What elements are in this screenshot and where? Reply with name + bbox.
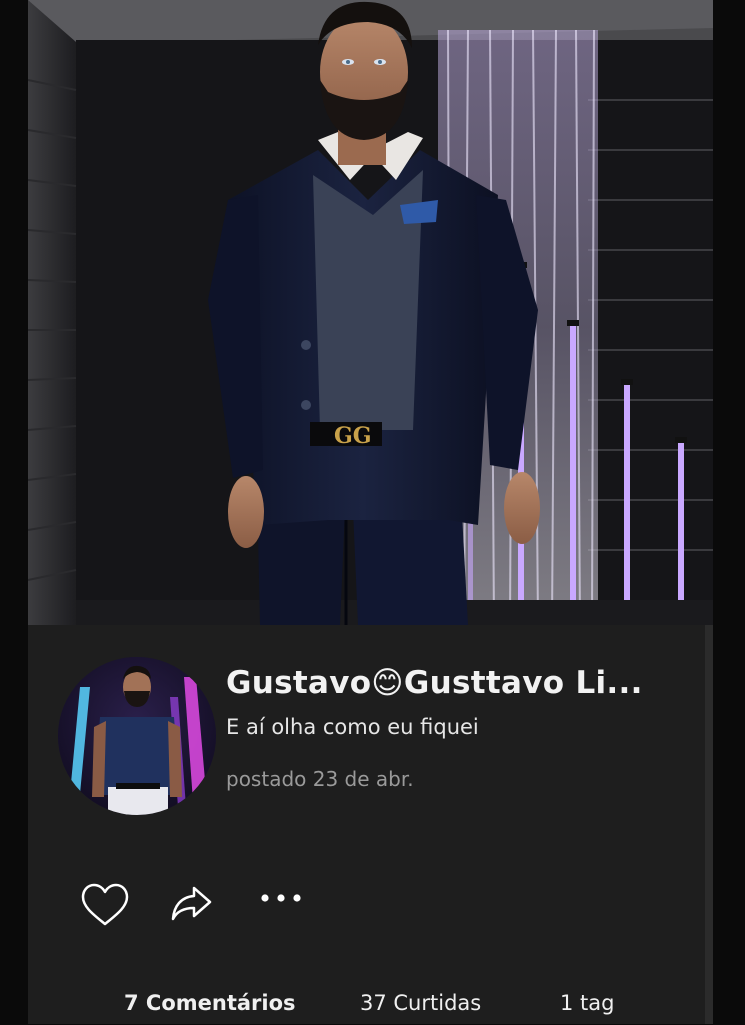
post-caption: E aí olha como eu fiquei	[226, 715, 479, 739]
more-options-button[interactable]	[258, 891, 304, 908]
share-arrow-icon	[171, 886, 212, 921]
post-image[interactable]: GG	[28, 0, 713, 625]
likes-count[interactable]: 37 Curtidas	[360, 991, 481, 1015]
heart-outline-icon	[81, 883, 129, 926]
avatar-scene-illustration: GG	[28, 0, 713, 625]
post-date: postado 23 de abr.	[226, 767, 414, 791]
post-stats: 7 Comentários 37 Curtidas 1 tag	[28, 991, 705, 1025]
share-button[interactable]	[170, 885, 212, 926]
post-actions	[80, 883, 380, 933]
like-button[interactable]	[80, 883, 130, 930]
scrollbar[interactable]	[705, 625, 713, 1024]
svg-text:GG: GG	[334, 423, 372, 449]
comments-count[interactable]: 7 Comentários	[124, 991, 296, 1015]
author-name[interactable]: Gustavo😊Gusttavo Li...	[226, 665, 686, 701]
tags-count[interactable]: 1 tag	[560, 991, 614, 1015]
ellipsis-icon	[261, 894, 301, 902]
post-details-panel: Gustavo😊Gusttavo Li... E aí olha como eu…	[28, 625, 705, 1024]
author-avatar[interactable]	[58, 657, 216, 815]
avatar-image	[58, 657, 216, 815]
